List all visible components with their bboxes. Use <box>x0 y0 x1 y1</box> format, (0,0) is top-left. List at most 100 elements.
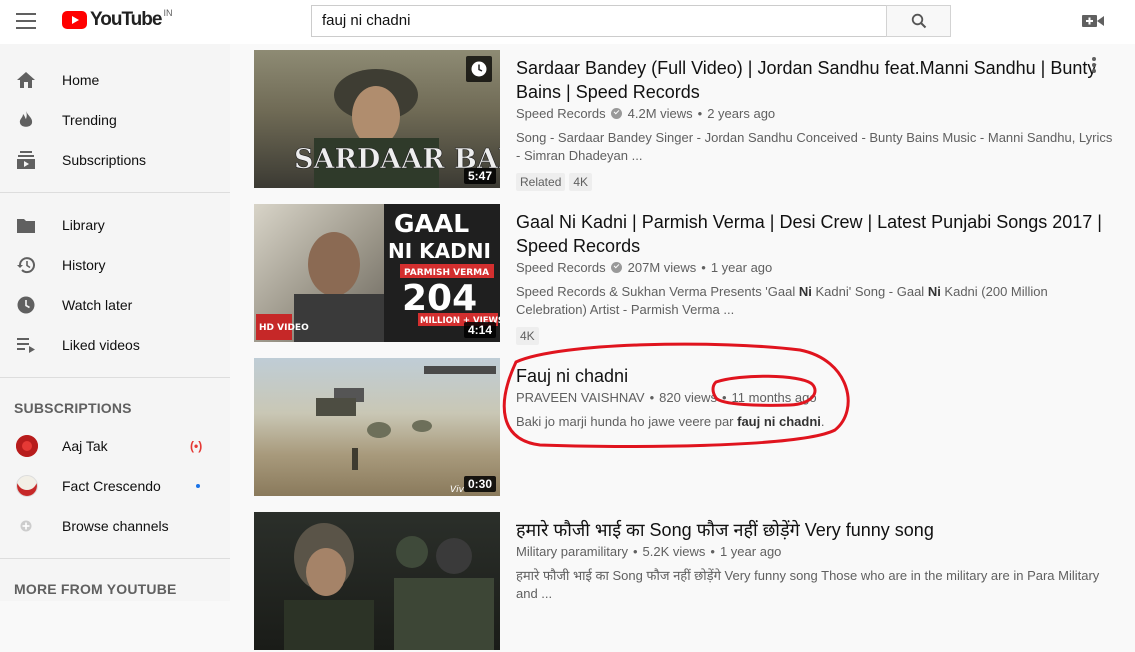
sidebar-item-label: Trending <box>62 112 117 128</box>
clock-icon <box>471 61 487 77</box>
avatar <box>16 475 38 497</box>
new-content-dot-icon <box>196 484 200 488</box>
view-count: 207M views <box>627 260 697 275</box>
verified-check-icon <box>610 108 622 119</box>
view-count: 820 views <box>659 390 717 405</box>
sidebar-item-home[interactable]: Home <box>0 60 230 100</box>
video-thumbnail[interactable]: Viv 0:30 <box>254 358 500 496</box>
meta-separator: • <box>649 390 655 405</box>
sidebar-item-liked-videos[interactable]: Liked videos <box>0 325 230 365</box>
thumbnail-art: Viv <box>316 366 496 495</box>
video-description: Song - Sardaar Bandey Singer - Jordan Sa… <box>516 130 1113 163</box>
badge: Related <box>516 173 566 191</box>
sidebar-item-label: Subscriptions <box>62 152 147 168</box>
thumbnail-text-line2: NI KADNI <box>388 239 491 263</box>
sidebar-item-label: Home <box>62 72 100 88</box>
meta-separator: • <box>632 544 638 559</box>
channel-name[interactable]: Military paramilitary <box>516 544 628 559</box>
video-duration: 4:14 <box>463 322 496 338</box>
video-description: Baki jo marji hunda ho jawe veere par fa… <box>516 414 825 429</box>
sidebar-item-label: Liked videos <box>62 337 140 353</box>
badge: 4K <box>516 327 539 345</box>
thumbnail-art <box>284 523 494 650</box>
video-title[interactable]: हमारे फौजी भाई का Song फौज नहीं छोड़ेंगे… <box>516 518 1116 542</box>
meta-separator: • <box>697 106 703 121</box>
more-from-youtube-title: MORE FROM YOUTUBE <box>14 581 177 597</box>
view-count: 4.2M views <box>627 106 693 121</box>
video-meta: Speed Records 4.2M views • 2 years ago <box>516 106 1116 121</box>
create-video-icon[interactable] <box>1082 13 1104 29</box>
badge-row: Related 4K <box>516 173 1116 191</box>
sidebar-item-label: Browse channels <box>62 518 169 534</box>
library-icon <box>16 215 36 235</box>
video-title[interactable]: Fauj ni chadni <box>516 364 1116 388</box>
sidebar: Home Trending Subscriptions Library Hist… <box>0 44 230 601</box>
video-description: Speed Records & Sukhan Verma Presents 'G… <box>516 284 1048 317</box>
thumbnail-artist-text: PARMISH VERMA <box>404 268 489 278</box>
sidebar-item-label: Aaj Tak <box>62 438 108 454</box>
video-meta: Speed Records 207M views • 1 year ago <box>516 260 1116 275</box>
subscriptions-icon <box>16 150 36 170</box>
badge: 4K <box>569 173 593 191</box>
video-meta: Military paramilitary • 5.2K views • 1 y… <box>516 544 1116 559</box>
upload-age: 2 years ago <box>707 106 776 121</box>
upload-age: 1 year ago <box>719 544 782 559</box>
video-result[interactable]: SARDAAR BANDEY 5:47 Sardaar Bandey (Full… <box>254 50 1124 191</box>
thumbnail-hd-text: HD VIDEO <box>259 323 309 333</box>
sidebar-item-label: Watch later <box>62 297 133 313</box>
channel-name[interactable]: Speed Records <box>516 106 606 121</box>
video-info: Sardaar Bandey (Full Video) | Jordan San… <box>516 56 1116 191</box>
trending-icon <box>16 110 36 130</box>
logo-text: YouTube <box>90 9 162 30</box>
thumbnail-watermark-text: Viv <box>450 485 465 495</box>
sidebar-item-label: Library <box>62 217 105 233</box>
divider <box>0 377 230 378</box>
more-options-icon[interactable] <box>1092 57 1096 73</box>
home-icon <box>16 70 36 90</box>
sidebar-item-history[interactable]: History <box>0 245 230 285</box>
upload-age: 11 months ago <box>731 390 817 405</box>
sidebar-item-library[interactable]: Library <box>0 205 230 245</box>
video-info: Fauj ni chadni PRAVEEN VAISHNAV • 820 vi… <box>516 364 1116 431</box>
video-title[interactable]: Sardaar Bandey (Full Video) | Jordan San… <box>516 56 1116 104</box>
live-broadcast-icon: (•) <box>190 439 203 453</box>
upload-age: 1 year ago <box>710 260 773 275</box>
menu-icon[interactable] <box>16 13 36 29</box>
search-input[interactable]: fauj ni chadni <box>311 5 887 37</box>
thumbnail-count-text: 204 <box>402 278 477 319</box>
liked-videos-icon <box>16 335 36 355</box>
sidebar-item-label: Fact Crescendo <box>62 478 161 494</box>
sidebar-item-trending[interactable]: Trending <box>0 100 230 140</box>
view-count: 5.2K views <box>642 544 706 559</box>
video-description: हमारे फौजी भाई का Song फौज नहीं छोड़ेंगे… <box>516 568 1100 601</box>
youtube-logo[interactable]: YouTube IN <box>62 8 172 31</box>
video-duration: 0:30 <box>463 476 496 492</box>
thumbnail-text-line1: GAAL <box>394 209 469 238</box>
verified-check-icon <box>610 262 622 273</box>
search-button[interactable] <box>886 5 951 37</box>
video-thumbnail[interactable] <box>254 512 500 650</box>
video-info: Gaal Ni Kadni | Parmish Verma | Desi Cre… <box>516 210 1116 345</box>
meta-separator: • <box>721 390 727 405</box>
search-icon <box>911 13 926 29</box>
divider <box>0 192 230 193</box>
video-result[interactable]: GAAL NI KADNI PARMISH VERMA 204 MILLION … <box>254 204 1124 345</box>
video-thumbnail[interactable]: GAAL NI KADNI PARMISH VERMA 204 MILLION … <box>254 204 500 342</box>
video-title[interactable]: Gaal Ni Kadni | Parmish Verma | Desi Cre… <box>516 210 1116 258</box>
channel-name[interactable]: Speed Records <box>516 260 606 275</box>
sidebar-item-aaj-tak[interactable]: Aaj Tak (•) <box>0 426 230 466</box>
subscriptions-section-title: SUBSCRIPTIONS <box>14 400 132 416</box>
video-thumbnail[interactable]: SARDAAR BANDEY 5:47 <box>254 50 500 188</box>
sidebar-item-browse-channels[interactable]: Browse channels <box>0 506 230 546</box>
sidebar-item-label: History <box>62 257 106 273</box>
watch-later-button[interactable] <box>466 56 492 82</box>
meta-separator: • <box>710 544 715 559</box>
channel-name[interactable]: PRAVEEN VAISHNAV <box>516 390 645 405</box>
sidebar-item-watch-later[interactable]: Watch later <box>0 285 230 325</box>
add-circle-icon <box>16 516 36 536</box>
avatar <box>16 435 38 457</box>
video-result[interactable]: हमारे फौजी भाई का Song फौज नहीं छोड़ेंगे… <box>254 512 1124 652</box>
sidebar-item-fact-crescendo[interactable]: Fact Crescendo <box>0 466 230 506</box>
sidebar-item-subscriptions[interactable]: Subscriptions <box>0 140 230 180</box>
video-result[interactable]: Viv 0:30 Fauj ni chadni PRAVEEN VAISHNAV… <box>254 358 1124 498</box>
